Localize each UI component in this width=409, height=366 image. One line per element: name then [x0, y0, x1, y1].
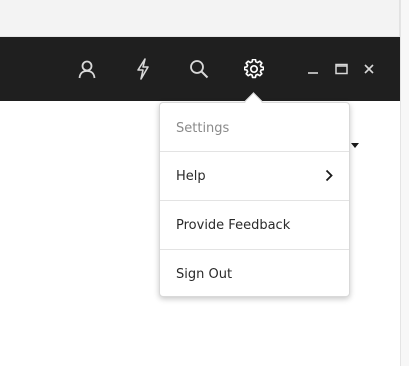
top-window-strip: [0, 0, 400, 37]
right-window-edge: [400, 0, 409, 366]
menu-item-label: Provide Feedback: [176, 217, 291, 233]
close-icon: [363, 60, 375, 79]
minimize-icon: [307, 60, 319, 79]
menu-item-help[interactable]: Help: [160, 152, 349, 200]
menu-item-label: Help: [176, 168, 206, 184]
app-titlebar: [0, 37, 400, 101]
menu-item-provide-feedback[interactable]: Provide Feedback: [160, 201, 349, 249]
menu-header-settings: Settings: [160, 104, 349, 152]
caret-down-icon[interactable]: [351, 143, 359, 148]
close-window-button[interactable]: [356, 37, 382, 101]
search-icon: [189, 59, 209, 79]
menu-item-label: Sign Out: [176, 266, 233, 282]
account-button[interactable]: [69, 37, 105, 101]
chevron-right-icon: [325, 169, 333, 186]
maximize-button[interactable]: [328, 37, 354, 101]
lightning-icon: [135, 58, 151, 80]
user-icon: [77, 59, 97, 79]
settings-dropdown-menu: Settings Help Provide Feedback Sign Out: [159, 102, 350, 297]
minimize-button[interactable]: [300, 37, 326, 101]
gear-icon: [244, 59, 264, 79]
maximize-icon: [334, 60, 348, 79]
settings-button[interactable]: [236, 37, 272, 101]
menu-header-label: Settings: [176, 120, 230, 136]
menu-item-sign-out[interactable]: Sign Out: [160, 250, 349, 298]
search-button[interactable]: [181, 37, 217, 101]
activity-button[interactable]: [125, 37, 161, 101]
